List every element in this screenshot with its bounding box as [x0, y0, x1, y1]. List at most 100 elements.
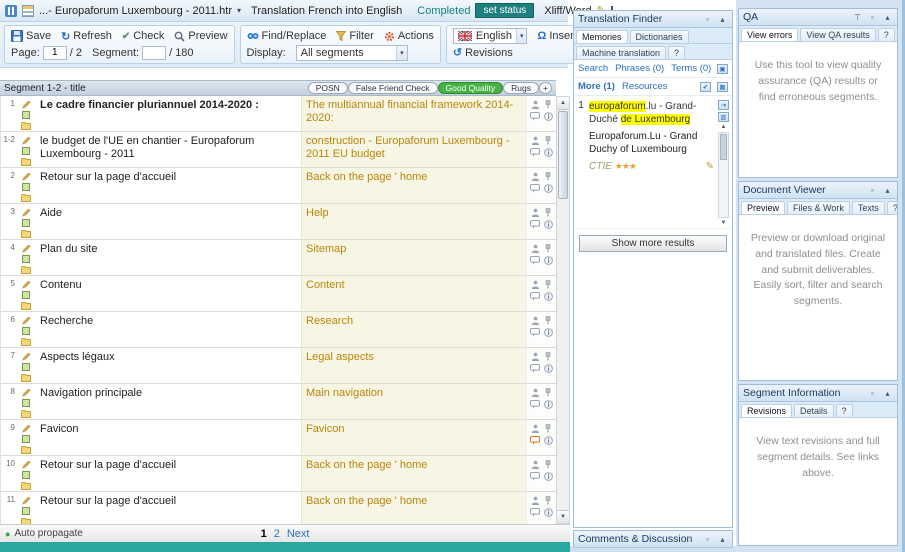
edit-pencil-icon[interactable]: [21, 459, 32, 469]
collapse-icon[interactable]: ▴: [717, 15, 728, 24]
person-icon[interactable]: [530, 135, 541, 145]
target-cell[interactable]: The multiannual financial framework 2014…: [301, 96, 526, 131]
info-icon[interactable]: [543, 399, 554, 409]
target-cell[interactable]: Back on the page ' home: [301, 168, 526, 203]
tab-files-work[interactable]: Files & Work: [787, 201, 850, 214]
tab-memories[interactable]: Memories: [576, 30, 628, 43]
scroll-up-icon[interactable]: ▲: [557, 97, 569, 110]
tab-help[interactable]: ?: [668, 46, 685, 59]
tab-texts[interactable]: Texts: [852, 201, 885, 214]
save-button[interactable]: Save: [11, 30, 51, 42]
popout-icon[interactable]: ▫: [867, 186, 878, 195]
language-dropdown[interactable]: English ▾: [453, 28, 528, 44]
info-icon[interactable]: [543, 111, 554, 121]
target-cell[interactable]: Legal aspects: [301, 348, 526, 383]
page-1[interactable]: 1: [261, 528, 267, 540]
comment-icon[interactable]: [530, 219, 541, 229]
tm-scroll-down-icon[interactable]: ▼: [721, 220, 727, 226]
source-cell[interactable]: Retour sur la page d'accueil: [36, 456, 301, 491]
pin-icon[interactable]: [543, 279, 554, 289]
folder-icon[interactable]: [21, 445, 32, 455]
edit-pencil-icon[interactable]: [21, 279, 32, 289]
folder-icon[interactable]: [21, 301, 32, 311]
info-icon[interactable]: [543, 471, 554, 481]
comment-icon[interactable]: [530, 183, 541, 193]
show-more-results-button[interactable]: Show more results: [579, 235, 727, 252]
person-icon[interactable]: [530, 279, 541, 289]
segment-row[interactable]: 4Plan du siteSitemap: [1, 240, 556, 276]
target-cell[interactable]: Back on the page ' home: [301, 492, 526, 524]
pin-icon[interactable]: [543, 315, 554, 325]
segment-row[interactable]: 6RechercheResearch: [1, 312, 556, 348]
link-terms-0[interactable]: Terms (0): [671, 63, 711, 74]
folder-icon[interactable]: [21, 481, 32, 491]
source-cell[interactable]: Recherche: [36, 312, 301, 347]
popout-icon[interactable]: ▫: [702, 535, 713, 544]
pin-icon[interactable]: [543, 495, 554, 505]
person-icon[interactable]: [530, 243, 541, 253]
person-icon[interactable]: [530, 99, 541, 109]
scroll-down-icon[interactable]: ▼: [557, 510, 569, 523]
lock-icon[interactable]: ▦: [717, 82, 728, 92]
comment-icon[interactable]: [530, 255, 541, 265]
next-page-link[interactable]: Next: [287, 528, 310, 540]
collapse-icon[interactable]: ▴: [882, 13, 893, 22]
insert-translation-icon[interactable]: ⇥: [718, 100, 729, 110]
info-icon[interactable]: [543, 507, 554, 517]
folder-icon[interactable]: [21, 193, 32, 203]
revisions-button[interactable]: ↺ Revisions: [453, 46, 513, 59]
segment-row[interactable]: 1-2le budget de l'UE en chantier - Europ…: [1, 132, 556, 168]
segment-row[interactable]: 7Aspects légauxLegal aspects: [1, 348, 556, 384]
segment-row[interactable]: 1Le cadre financier pluriannuel 2014-202…: [1, 96, 556, 132]
tag-pill[interactable]: False Friend Check: [348, 82, 438, 94]
tab-help[interactable]: ?: [887, 201, 898, 214]
source-cell[interactable]: Favicon: [36, 420, 301, 455]
tag-pill[interactable]: Good Quality: [438, 82, 504, 94]
pin-icon[interactable]: [543, 171, 554, 181]
set-status-button[interactable]: set status: [475, 3, 534, 18]
edit-tm-icon[interactable]: ✎: [706, 160, 714, 173]
source-cell[interactable]: Retour sur la page d'accueil: [36, 492, 301, 524]
edit-pencil-icon[interactable]: [21, 171, 32, 181]
folder-icon[interactable]: [21, 265, 32, 275]
auto-propagate-toggle[interactable]: ● Auto propagate: [5, 528, 83, 539]
document-title[interactable]: ...- Europaforum Luxembourg - 2011.htr: [39, 5, 232, 17]
segment-row[interactable]: 11Retour sur la page d'accueilBack on th…: [1, 492, 556, 524]
link-more-1[interactable]: More (1): [578, 81, 615, 92]
tm-scrollbar[interactable]: [718, 132, 729, 218]
comment-icon[interactable]: [530, 363, 541, 373]
collapse-icon[interactable]: ▴: [882, 389, 893, 398]
person-icon[interactable]: [530, 315, 541, 325]
comment-icon[interactable]: [530, 471, 541, 481]
popout-icon[interactable]: ▫: [867, 13, 878, 22]
person-icon[interactable]: [530, 207, 541, 217]
person-icon[interactable]: [530, 171, 541, 181]
edit-pencil-icon[interactable]: [21, 243, 32, 253]
info-icon[interactable]: [543, 435, 554, 445]
info-icon[interactable]: [543, 363, 554, 373]
segment-row[interactable]: 8Navigation principaleMain navigation: [1, 384, 556, 420]
chevron-down-icon[interactable]: ▾: [396, 46, 407, 60]
segment-row[interactable]: 2Retour sur la page d'accueilBack on the…: [1, 168, 556, 204]
segment-input[interactable]: [142, 46, 166, 60]
target-cell[interactable]: Sitemap: [301, 240, 526, 275]
pin-icon[interactable]: [543, 423, 554, 433]
folder-icon[interactable]: [21, 229, 32, 239]
tab-help[interactable]: ?: [878, 28, 895, 41]
target-cell[interactable]: Back on the page ' home: [301, 456, 526, 491]
actions-button[interactable]: Actions: [384, 30, 434, 42]
display-segments-dropdown[interactable]: All segments ▾: [296, 45, 408, 61]
tab-view-errors[interactable]: View errors: [741, 28, 798, 41]
folder-icon[interactable]: [21, 157, 32, 167]
person-icon[interactable]: [530, 423, 541, 433]
folder-icon[interactable]: [21, 337, 32, 347]
check-button[interactable]: ✔ Check: [122, 30, 165, 42]
target-cell[interactable]: Favicon: [301, 420, 526, 455]
tm-result-item[interactable]: 1 europaforum.lu - Grand-Duché de Luxemb…: [574, 96, 732, 229]
source-cell[interactable]: Plan du site: [36, 240, 301, 275]
folder-icon[interactable]: [21, 121, 32, 131]
info-icon[interactable]: [543, 147, 554, 157]
concordance-icon[interactable]: ▣: [717, 64, 728, 74]
source-cell[interactable]: Navigation principale: [36, 384, 301, 419]
segment-row[interactable]: 9FaviconFavicon: [1, 420, 556, 456]
